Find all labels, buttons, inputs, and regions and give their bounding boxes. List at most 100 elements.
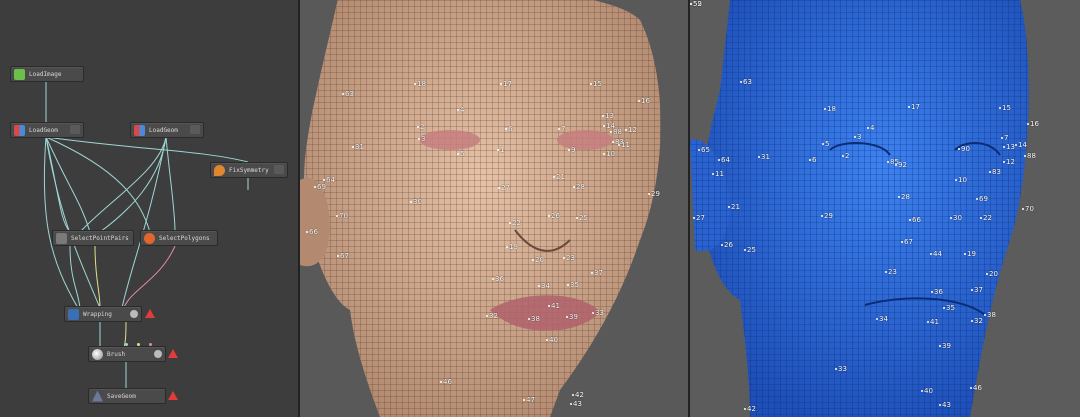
- base-landmark-10[interactable]: 10: [955, 176, 967, 184]
- base-landmark-90[interactable]: 90: [958, 145, 970, 153]
- base-landmark-4[interactable]: 4: [867, 124, 874, 132]
- scan-landmark-9[interactable]: 9: [568, 146, 575, 154]
- base-landmark-40[interactable]: 40: [921, 387, 933, 395]
- scan-landmark-15[interactable]: 15: [590, 80, 602, 88]
- base-landmark-31[interactable]: 31: [758, 153, 770, 161]
- scan-landmark-25[interactable]: 25: [576, 214, 588, 222]
- base-landmark-21[interactable]: 21: [728, 203, 740, 211]
- base-landmark-44[interactable]: 44: [930, 250, 942, 258]
- node-options-button[interactable]: [190, 125, 200, 134]
- base-landmark-3[interactable]: 3: [854, 133, 861, 141]
- base-landmark-52[interactable]: 52: [690, 0, 702, 8]
- scan-landmark-29[interactable]: 29: [648, 190, 660, 198]
- scan-landmark-35[interactable]: 35: [567, 281, 579, 289]
- base-landmark-13[interactable]: 13: [1003, 143, 1015, 151]
- base-landmark-28[interactable]: 28: [898, 193, 910, 201]
- scan-landmark-88[interactable]: 88: [610, 128, 622, 136]
- base-landmark-46[interactable]: 46: [970, 384, 982, 392]
- base-landmark-23[interactable]: 23: [885, 268, 897, 276]
- scan-landmark-19[interactable]: 19: [506, 243, 518, 251]
- base-landmark-6[interactable]: 6: [809, 156, 816, 164]
- brush-node[interactable]: Brush: [88, 346, 166, 362]
- scan-landmark-42[interactable]: 42: [572, 391, 584, 399]
- scan-landmark-18[interactable]: 18: [414, 80, 426, 88]
- select-point-pairs-node[interactable]: SelectPointPairs: [52, 230, 134, 246]
- scan-landmark-34[interactable]: 34: [538, 282, 550, 290]
- scan-landmark-4[interactable]: 4: [457, 106, 464, 114]
- node-options-button[interactable]: [70, 125, 80, 134]
- scan-landmark-11[interactable]: 11: [618, 141, 630, 149]
- scan-landmark-31[interactable]: 31: [352, 143, 364, 151]
- scan-landmark-41[interactable]: 41: [548, 302, 560, 310]
- bulb-icon[interactable]: [154, 350, 162, 358]
- base-landmark-83[interactable]: 83: [989, 168, 1001, 176]
- base-landmark-38[interactable]: 38: [984, 311, 996, 319]
- base-landmark-12[interactable]: 12: [1003, 158, 1015, 166]
- scan-landmark-12[interactable]: 12: [625, 126, 637, 134]
- base-landmark-22[interactable]: 22: [980, 214, 992, 222]
- node-graph-panel[interactable]: LoadImage LoadGeom LoadGeom FixSymmetry …: [0, 0, 298, 417]
- base-landmark-70[interactable]: 70: [1022, 205, 1034, 213]
- scan-landmark-21[interactable]: 21: [553, 173, 565, 181]
- scan-landmark-13[interactable]: 13: [602, 112, 614, 120]
- base-landmark-35[interactable]: 35: [943, 304, 955, 312]
- base-landmark-19[interactable]: 19: [964, 250, 976, 258]
- scan-landmark-63[interactable]: 63: [342, 90, 354, 98]
- base-landmark-33[interactable]: 33: [835, 365, 847, 373]
- scan-landmark-10[interactable]: 10: [603, 150, 615, 158]
- scan-landmark-17[interactable]: 17: [500, 80, 512, 88]
- base-landmark-29[interactable]: 29: [821, 212, 833, 220]
- scan-landmark-37[interactable]: 37: [591, 269, 603, 277]
- base-landmark-43[interactable]: 43: [939, 401, 951, 409]
- base-landmark-25[interactable]: 25: [744, 246, 756, 254]
- base-landmark-16[interactable]: 16: [1027, 120, 1039, 128]
- scan-landmark-1[interactable]: 1: [497, 146, 504, 154]
- scan-landmark-30[interactable]: 30: [410, 198, 422, 206]
- scan-landmark-7[interactable]: 7: [558, 125, 565, 133]
- base-landmark-34[interactable]: 34: [876, 315, 888, 323]
- scan-landmark-27[interactable]: 27: [498, 184, 510, 192]
- viewport-scan[interactable]: 63 18 17 15 16 4 2 3 5 1 6 7 13 14 88 12 83 11 9 10 31 64 69 70…: [300, 0, 688, 417]
- base-landmark-27[interactable]: 27: [693, 214, 705, 222]
- base-landmark-14[interactable]: 14: [1015, 141, 1027, 149]
- scan-landmark-67[interactable]: 67: [337, 252, 349, 260]
- scan-landmark-40[interactable]: 40: [546, 336, 558, 344]
- scan-landmark-16[interactable]: 16: [638, 97, 650, 105]
- node-options-button[interactable]: [274, 165, 284, 174]
- base-landmark-88[interactable]: 88: [1024, 152, 1036, 160]
- scan-landmark-33[interactable]: 33: [592, 309, 604, 317]
- base-landmark-30[interactable]: 30: [950, 214, 962, 222]
- input-port[interactable]: [149, 343, 152, 346]
- scan-landmark-38[interactable]: 38: [528, 315, 540, 323]
- base-landmark-11[interactable]: 11: [712, 170, 724, 178]
- base-landmark-37[interactable]: 37: [971, 286, 983, 294]
- base-landmark-41[interactable]: 41: [927, 318, 939, 326]
- scan-landmark-43[interactable]: 43: [570, 400, 582, 408]
- scan-landmark-28[interactable]: 28: [573, 183, 585, 191]
- scan-landmark-2[interactable]: 2: [417, 123, 424, 131]
- fix-symmetry-node[interactable]: FixSymmetry: [210, 162, 288, 178]
- base-landmark-18[interactable]: 18: [824, 105, 836, 113]
- base-landmark-63[interactable]: 63: [740, 78, 752, 86]
- scan-landmark-5[interactable]: 5: [457, 150, 464, 158]
- scan-landmark-69[interactable]: 69: [314, 183, 326, 191]
- base-landmark-15[interactable]: 15: [999, 104, 1011, 112]
- base-landmark-92[interactable]: 92: [895, 161, 907, 169]
- base-landmark-17[interactable]: 17: [908, 103, 920, 111]
- scan-landmark-3[interactable]: 3: [418, 135, 425, 143]
- input-port[interactable]: [125, 343, 128, 346]
- scan-landmark-23[interactable]: 23: [563, 254, 575, 262]
- base-landmark-66[interactable]: 66: [909, 216, 921, 224]
- scan-landmark-36[interactable]: 36: [492, 275, 504, 283]
- base-landmark-26[interactable]: 26: [721, 241, 733, 249]
- scan-landmark-26[interactable]: 26: [548, 212, 560, 220]
- base-landmark-36[interactable]: 36: [931, 288, 943, 296]
- scan-landmark-46[interactable]: 46: [440, 378, 452, 386]
- base-landmark-67[interactable]: 67: [901, 238, 913, 246]
- base-landmark-65[interactable]: 65: [698, 146, 710, 154]
- base-landmark-69[interactable]: 69: [976, 195, 988, 203]
- base-landmark-20[interactable]: 20: [986, 270, 998, 278]
- load-geom-node[interactable]: LoadGeom: [10, 122, 84, 138]
- scan-landmark-70[interactable]: 70: [336, 212, 348, 220]
- base-landmark-39[interactable]: 39: [939, 342, 951, 350]
